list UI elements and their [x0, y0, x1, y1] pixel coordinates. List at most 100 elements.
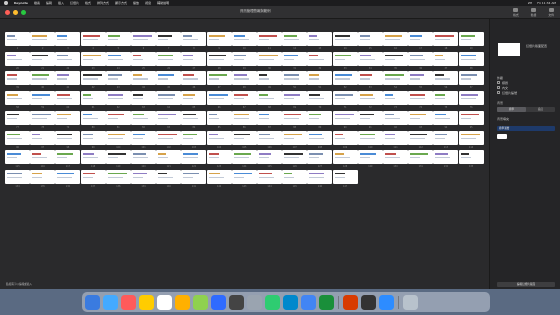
menu-app-name[interactable]: Keynote: [14, 1, 28, 5]
slide-thumbnail[interactable]: [282, 91, 308, 106]
slide-thumbnail[interactable]: [105, 51, 131, 66]
slide-thumbnail[interactable]: [5, 169, 30, 184]
slide-thumbnail[interactable]: [131, 32, 156, 46]
slide-thumbnail[interactable]: [5, 32, 30, 46]
slide-thumbnail[interactable]: [231, 130, 257, 145]
slide-thumbnail[interactable]: [80, 91, 106, 106]
slide-thumbnail[interactable]: [433, 110, 459, 125]
dock-app-icon[interactable]: [211, 294, 226, 310]
slide-thumbnail[interactable]: [231, 51, 257, 66]
slide-thumbnail[interactable]: [80, 71, 106, 86]
slide-thumbnail[interactable]: [5, 51, 30, 66]
slide-thumbnail[interactable]: [156, 51, 182, 66]
slide-thumbnail[interactable]: [5, 71, 30, 86]
slide-thumbnail[interactable]: [80, 110, 106, 125]
document-tab[interactable]: 文件: [548, 8, 554, 17]
slide-thumbnail[interactable]: [357, 32, 383, 46]
slide-thumbnail[interactable]: [55, 71, 81, 86]
slide-thumbnail[interactable]: [55, 51, 81, 66]
slide-thumbnail[interactable]: [80, 32, 106, 46]
dock-app-icon[interactable]: [301, 294, 316, 310]
slide-thumbnail[interactable]: [357, 110, 383, 125]
slide-thumbnail[interactable]: [307, 71, 333, 86]
slide-thumbnail[interactable]: [307, 51, 333, 66]
slide-thumbnail[interactable]: [181, 169, 207, 184]
slide-thumbnail[interactable]: [105, 130, 131, 145]
menu-help[interactable]: 輔助說明: [157, 1, 169, 5]
slide-thumbnail[interactable]: [408, 150, 434, 165]
dock-app-icon[interactable]: [361, 294, 376, 310]
slide-thumbnail[interactable]: [131, 71, 156, 86]
slide-thumbnail[interactable]: [80, 51, 106, 66]
slide-thumbnail[interactable]: [458, 32, 484, 46]
slide-thumbnail[interactable]: [332, 169, 358, 184]
slide-thumbnail[interactable]: [231, 169, 257, 184]
title-checkbox[interactable]: [497, 81, 500, 84]
dock-app-icon[interactable]: [319, 294, 334, 310]
slide-thumbnail[interactable]: [156, 150, 182, 165]
slide-thumbnail[interactable]: [30, 91, 56, 106]
slide-thumbnail[interactable]: [257, 130, 282, 145]
slide-thumbnail[interactable]: [458, 130, 484, 145]
slide-thumbnail[interactable]: [231, 32, 257, 46]
slide-thumbnail[interactable]: [30, 169, 56, 184]
dock-app-icon[interactable]: [175, 294, 190, 310]
menu-window[interactable]: 視窗: [145, 1, 151, 5]
slide-thumbnail[interactable]: [55, 91, 81, 106]
slide-grid[interactable]: 1 2 3 4 5 6 7 8 9 10 11 12 13 14 15 16 17 18 19 20 21 22 23 24 2…: [5, 32, 485, 280]
slide-thumbnail[interactable]: [282, 130, 308, 145]
slide-thumbnail[interactable]: [257, 169, 282, 184]
slide-thumbnail[interactable]: [433, 51, 459, 66]
color-well[interactable]: [497, 134, 507, 139]
slide-thumbnail[interactable]: [257, 110, 282, 125]
slide-thumbnail[interactable]: [257, 51, 282, 66]
slide-thumbnail[interactable]: [282, 169, 308, 184]
slide-thumbnail[interactable]: [383, 91, 408, 106]
slide-thumbnail[interactable]: [30, 110, 56, 125]
slide-thumbnail[interactable]: [55, 130, 81, 145]
slide-thumbnail[interactable]: [5, 150, 30, 165]
slide-thumbnail[interactable]: [231, 110, 257, 125]
dock-app-icon[interactable]: [343, 294, 358, 310]
slide-thumbnail[interactable]: [257, 150, 282, 165]
slide-thumbnail[interactable]: [307, 150, 333, 165]
slide-thumbnail[interactable]: [156, 169, 182, 184]
slide-thumbnail[interactable]: [206, 71, 232, 86]
slide-thumbnail[interactable]: [231, 150, 257, 165]
slide-thumbnail[interactable]: [181, 130, 207, 145]
slide-thumbnail[interactable]: [30, 51, 56, 66]
slide-thumbnail[interactable]: [206, 110, 232, 125]
menu-arrange[interactable]: 排列方式: [97, 1, 109, 5]
slide-thumbnail[interactable]: [131, 169, 156, 184]
slide-thumbnail[interactable]: [5, 130, 30, 145]
input-method[interactable]: ZH: [528, 1, 532, 5]
slide-thumbnail[interactable]: [206, 51, 232, 66]
slide-thumbnail[interactable]: [181, 51, 207, 66]
segment-standard[interactable]: 標準: [497, 107, 526, 112]
slide-thumbnail[interactable]: [408, 71, 434, 86]
slide-thumbnail[interactable]: [282, 71, 308, 86]
slide-thumbnail[interactable]: [156, 110, 182, 125]
slide-thumbnail[interactable]: [231, 91, 257, 106]
slide-thumbnail[interactable]: [332, 51, 358, 66]
slide-thumbnail[interactable]: [206, 150, 232, 165]
clock[interactable]: Fri 11:34 AM: [537, 1, 556, 5]
background-segment[interactable]: 標準 自訂: [497, 107, 555, 112]
dock-app-icon[interactable]: [85, 294, 100, 310]
edit-layout-button[interactable]: 編輯幻燈片版面: [497, 282, 555, 287]
fill-select[interactable]: 標準漸層: [497, 126, 555, 131]
slide-thumbnail[interactable]: [206, 32, 232, 46]
slide-thumbnail[interactable]: [433, 150, 459, 165]
slide-thumbnail[interactable]: [383, 130, 408, 145]
dock-app-icon[interactable]: [121, 294, 136, 310]
slide-thumbnail[interactable]: [105, 169, 131, 184]
animate-tab[interactable]: 動畫: [531, 8, 536, 17]
dock-app-icon[interactable]: [103, 294, 118, 310]
dock-app-icon[interactable]: [229, 294, 244, 310]
slide-thumbnail[interactable]: [257, 91, 282, 106]
slide-thumbnail[interactable]: [433, 130, 459, 145]
slide-thumbnail[interactable]: [231, 71, 257, 86]
slide-thumbnail[interactable]: [156, 130, 182, 145]
dock-app-icon[interactable]: [283, 294, 298, 310]
slide-thumbnail[interactable]: [181, 71, 207, 86]
